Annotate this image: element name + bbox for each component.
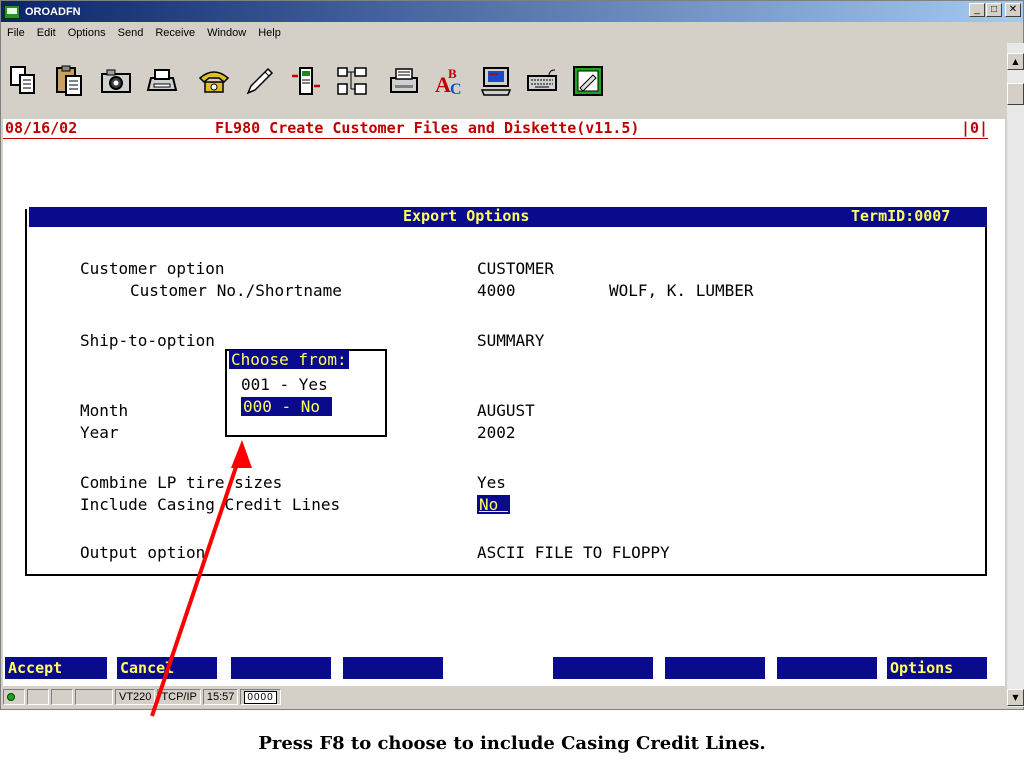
- customer-name-value: WOLF, K. LUMBER: [609, 281, 754, 300]
- header-title: FL980 Create Customer Files and Diskette…: [215, 119, 640, 137]
- options-key[interactable]: Options: [887, 657, 987, 679]
- year-label: Year: [80, 423, 119, 442]
- maximize-button[interactable]: □: [986, 3, 1002, 17]
- popup-title: Choose from:: [229, 350, 349, 369]
- menu-file[interactable]: File: [1, 27, 31, 39]
- scroll-thumb[interactable]: [1007, 83, 1024, 105]
- year-value[interactable]: 2002: [477, 423, 516, 442]
- paste-icon[interactable]: [51, 63, 88, 100]
- keyboard-icon[interactable]: [523, 63, 560, 100]
- status-cell-blank-3: [75, 689, 113, 705]
- shipto-value[interactable]: SUMMARY: [477, 331, 544, 350]
- print-icon[interactable]: [143, 63, 180, 100]
- header-count: |0|: [961, 119, 989, 137]
- notepad-icon[interactable]: [569, 63, 606, 100]
- status-led-icon: [7, 693, 15, 701]
- window-controls: _ □ ✕: [968, 3, 1021, 17]
- fkey-6[interactable]: [665, 657, 765, 679]
- status-bar: VT220 TCP/IP 15:57 0000: [3, 687, 1005, 707]
- menu-options[interactable]: Options: [62, 27, 112, 39]
- hierarchy-icon[interactable]: [333, 63, 370, 100]
- popup-option-yes[interactable]: 001 - Yes: [241, 375, 328, 394]
- combine-label: Combine LP tire sizes: [80, 473, 283, 492]
- transfer-icon[interactable]: [287, 63, 324, 100]
- function-key-bar: Accept Cancel Options: [5, 657, 987, 679]
- scroll-down-icon[interactable]: ▼: [1007, 689, 1024, 706]
- status-code: 0000: [244, 690, 277, 704]
- phone-icon[interactable]: [195, 63, 232, 100]
- copy-icon[interactable]: [5, 63, 42, 100]
- window-title: OROADFN: [25, 5, 81, 18]
- status-code-cell: 0000: [240, 689, 281, 705]
- status-cell-blank-1: [27, 689, 49, 705]
- fkey-3[interactable]: [231, 657, 331, 679]
- panel-title: Export Options: [403, 207, 530, 225]
- terminal-app-icon: [4, 4, 20, 19]
- casing-value-field[interactable]: No: [477, 495, 510, 514]
- output-value[interactable]: ASCII FILE TO FLOPPY: [477, 543, 670, 562]
- menu-window[interactable]: Window: [201, 27, 252, 39]
- terminal-screen[interactable]: 08/16/02 FL980 Create Customer Files and…: [3, 119, 1005, 686]
- printer-icon[interactable]: [385, 63, 422, 100]
- month-label: Month: [80, 401, 129, 420]
- cancel-key[interactable]: Cancel: [117, 657, 217, 679]
- menu-bar: File Edit Options Send Receive Window He…: [1, 23, 1023, 43]
- fkey-5[interactable]: [553, 657, 653, 679]
- protocol: TCP/IP: [157, 689, 201, 705]
- toolbar: ACB: [1, 43, 1007, 119]
- status-cell-blank-2: [51, 689, 73, 705]
- close-button[interactable]: ✕: [1005, 3, 1021, 17]
- menu-send[interactable]: Send: [112, 27, 150, 39]
- popup-option-no[interactable]: 000 - No: [241, 397, 332, 416]
- terminal-window: OROADFN _ □ ✕ File Edit Options Send Rec…: [0, 0, 1024, 710]
- terminal-icon[interactable]: [477, 63, 514, 100]
- menu-edit[interactable]: Edit: [31, 27, 62, 39]
- scroll-up-icon[interactable]: ▲: [1007, 53, 1024, 70]
- title-bar[interactable]: OROADFN _ □ ✕: [1, 1, 1023, 22]
- spellcheck-icon[interactable]: ACB: [431, 63, 468, 100]
- menu-receive[interactable]: Receive: [149, 27, 201, 39]
- fkey-7[interactable]: [777, 657, 877, 679]
- customer-no-value[interactable]: 4000: [477, 281, 516, 300]
- customer-no-label: Customer No./Shortname: [130, 281, 342, 300]
- term-id: TermID:0007: [851, 207, 951, 225]
- combine-value[interactable]: Yes: [477, 473, 506, 492]
- header-date: 08/16/02: [5, 119, 78, 137]
- svg-text:B: B: [448, 66, 457, 81]
- month-value[interactable]: AUGUST: [477, 401, 535, 420]
- customer-option-label: Customer option: [80, 259, 225, 278]
- accept-key[interactable]: Accept: [5, 657, 107, 679]
- shipto-label: Ship-to-option: [80, 331, 215, 350]
- vertical-scrollbar[interactable]: ▲ ▼: [1007, 43, 1024, 707]
- pen-icon[interactable]: [241, 63, 278, 100]
- svg-text:C: C: [450, 81, 462, 98]
- emulation-type: VT220: [115, 689, 156, 705]
- screen-header: 08/16/02 FL980 Create Customer Files and…: [3, 119, 988, 139]
- caption-text: Press F8 to choose to include Casing Cre…: [258, 733, 766, 754]
- customer-option-value[interactable]: CUSTOMER: [477, 259, 554, 278]
- output-label: Output option: [80, 543, 206, 562]
- connection-status: [3, 689, 25, 705]
- fkey-4[interactable]: [343, 657, 443, 679]
- camera-icon[interactable]: [97, 63, 134, 100]
- clock: 15:57: [202, 689, 239, 705]
- menu-help[interactable]: Help: [252, 27, 287, 39]
- minimize-button[interactable]: _: [969, 3, 985, 17]
- casing-label: Include Casing Credit Lines: [80, 495, 341, 514]
